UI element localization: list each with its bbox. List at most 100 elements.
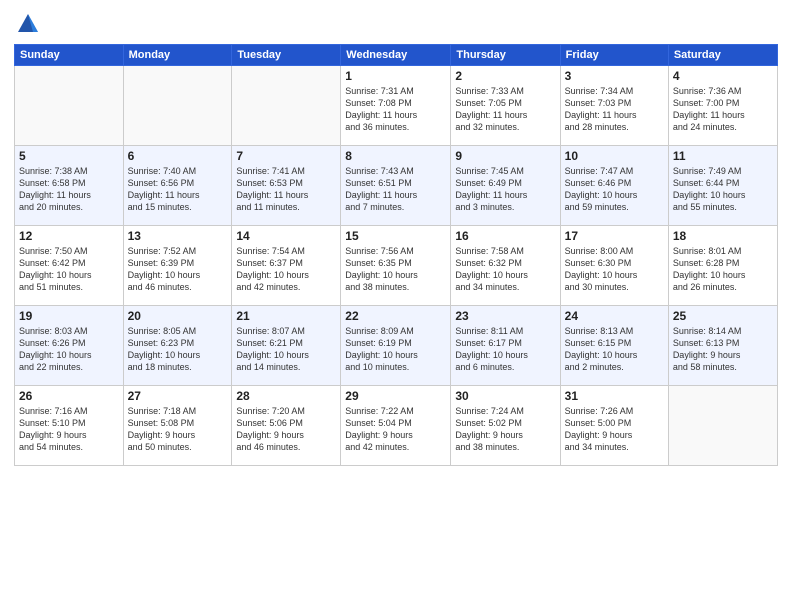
day-number: 31	[565, 389, 664, 403]
calendar-cell: 5 Sunrise: 7:38 AM Sunset: 6:58 PM Daylig…	[15, 146, 124, 226]
calendar-cell: 18 Sunrise: 8:01 AM Sunset: 6:28 PM Dayli…	[668, 226, 777, 306]
calendar-cell: 16 Sunrise: 7:58 AM Sunset: 6:32 PM Dayli…	[451, 226, 560, 306]
calendar-cell: 3Sunrise: 7:34 AM Sunset: 7:03 PM Daylig…	[560, 66, 668, 146]
day-number: 16	[455, 229, 555, 243]
logo	[14, 10, 46, 38]
calendar-week-row: 1Sunrise: 7:31 AM Sunset: 7:08 PM Daylig…	[15, 66, 778, 146]
calendar-header-wednesday: Wednesday	[341, 45, 451, 66]
day-info: Sunrise: 7:52 AM Sunset: 6:39 PM Dayligh…	[128, 245, 228, 294]
day-info: Sunrise: 7:38 AM Sunset: 6:58 PM Dayligh…	[19, 165, 119, 214]
logo-icon	[14, 10, 42, 38]
calendar-header-thursday: Thursday	[451, 45, 560, 66]
calendar-cell: 24Sunrise: 8:13 AM Sunset: 6:15 PM Dayli…	[560, 306, 668, 386]
day-number: 11	[673, 149, 773, 163]
calendar-cell: 25Sunrise: 8:14 AM Sunset: 6:13 PM Dayli…	[668, 306, 777, 386]
day-number: 23	[455, 309, 555, 323]
day-info: Sunrise: 7:18 AM Sunset: 5:08 PM Dayligh…	[128, 405, 228, 454]
calendar-header-saturday: Saturday	[668, 45, 777, 66]
day-number: 29	[345, 389, 446, 403]
calendar-header-tuesday: Tuesday	[232, 45, 341, 66]
day-number: 5	[19, 149, 119, 163]
day-number: 7	[236, 149, 336, 163]
day-number: 21	[236, 309, 336, 323]
calendar-header-row: SundayMondayTuesdayWednesdayThursdayFrid…	[15, 45, 778, 66]
calendar-cell: 11 Sunrise: 7:49 AM Sunset: 6:44 PM Dayli…	[668, 146, 777, 226]
day-number: 12	[19, 229, 119, 243]
day-info: Sunrise: 7:43 AM Sunset: 6:51 PM Dayligh…	[345, 165, 446, 214]
calendar-cell	[123, 66, 232, 146]
calendar-cell: 19 Sunrise: 8:03 AM Sunset: 6:26 PM Dayli…	[15, 306, 124, 386]
day-info: Sunrise: 7:24 AM Sunset: 5:02 PM Dayligh…	[455, 405, 555, 454]
calendar-cell: 26 Sunrise: 7:16 AM Sunset: 5:10 PM Dayli…	[15, 386, 124, 466]
calendar-cell: 31 Sunrise: 7:26 AM Sunset: 5:00 PM Dayli…	[560, 386, 668, 466]
day-info: Sunrise: 7:50 AM Sunset: 6:42 PM Dayligh…	[19, 245, 119, 294]
day-number: 13	[128, 229, 228, 243]
calendar-cell: 9 Sunrise: 7:45 AM Sunset: 6:49 PM Daylig…	[451, 146, 560, 226]
calendar-week-row: 5 Sunrise: 7:38 AM Sunset: 6:58 PM Daylig…	[15, 146, 778, 226]
day-info: Sunrise: 7:16 AM Sunset: 5:10 PM Dayligh…	[19, 405, 119, 454]
day-number: 22	[345, 309, 446, 323]
day-number: 3	[565, 69, 664, 83]
day-info: Sunrise: 7:20 AM Sunset: 5:06 PM Dayligh…	[236, 405, 336, 454]
day-info: Sunrise: 7:41 AM Sunset: 6:53 PM Dayligh…	[236, 165, 336, 214]
day-number: 14	[236, 229, 336, 243]
day-number: 30	[455, 389, 555, 403]
day-number: 28	[236, 389, 336, 403]
day-info: Sunrise: 7:56 AM Sunset: 6:35 PM Dayligh…	[345, 245, 446, 294]
header	[14, 10, 778, 38]
day-number: 2	[455, 69, 555, 83]
day-number: 9	[455, 149, 555, 163]
calendar-cell: 7 Sunrise: 7:41 AM Sunset: 6:53 PM Daylig…	[232, 146, 341, 226]
day-number: 20	[128, 309, 228, 323]
day-info: Sunrise: 7:45 AM Sunset: 6:49 PM Dayligh…	[455, 165, 555, 214]
calendar-cell: 10 Sunrise: 7:47 AM Sunset: 6:46 PM Dayli…	[560, 146, 668, 226]
day-info: Sunrise: 8:13 AM Sunset: 6:15 PM Dayligh…	[565, 325, 664, 374]
day-number: 8	[345, 149, 446, 163]
calendar-cell: 22 Sunrise: 8:09 AM Sunset: 6:19 PM Dayli…	[341, 306, 451, 386]
day-number: 25	[673, 309, 773, 323]
calendar-cell: 2 Sunrise: 7:33 AM Sunset: 7:05 PM Daylig…	[451, 66, 560, 146]
day-info: Sunrise: 7:47 AM Sunset: 6:46 PM Dayligh…	[565, 165, 664, 214]
calendar-header-friday: Friday	[560, 45, 668, 66]
day-number: 19	[19, 309, 119, 323]
calendar-header-monday: Monday	[123, 45, 232, 66]
day-number: 15	[345, 229, 446, 243]
day-info: Sunrise: 8:05 AM Sunset: 6:23 PM Dayligh…	[128, 325, 228, 374]
calendar-cell: 13 Sunrise: 7:52 AM Sunset: 6:39 PM Dayli…	[123, 226, 232, 306]
calendar-week-row: 12 Sunrise: 7:50 AM Sunset: 6:42 PM Dayli…	[15, 226, 778, 306]
calendar-cell: 28 Sunrise: 7:20 AM Sunset: 5:06 PM Dayli…	[232, 386, 341, 466]
calendar-week-row: 19 Sunrise: 8:03 AM Sunset: 6:26 PM Dayli…	[15, 306, 778, 386]
calendar-cell: 4Sunrise: 7:36 AM Sunset: 7:00 PM Daylig…	[668, 66, 777, 146]
calendar-cell	[232, 66, 341, 146]
calendar-cell: 17 Sunrise: 8:00 AM Sunset: 6:30 PM Dayli…	[560, 226, 668, 306]
day-info: Sunrise: 8:01 AM Sunset: 6:28 PM Dayligh…	[673, 245, 773, 294]
calendar-cell: 6Sunrise: 7:40 AM Sunset: 6:56 PM Daylig…	[123, 146, 232, 226]
day-info: Sunrise: 8:11 AM Sunset: 6:17 PM Dayligh…	[455, 325, 555, 374]
day-number: 26	[19, 389, 119, 403]
calendar-cell: 15 Sunrise: 7:56 AM Sunset: 6:35 PM Dayli…	[341, 226, 451, 306]
day-info: Sunrise: 8:09 AM Sunset: 6:19 PM Dayligh…	[345, 325, 446, 374]
day-info: Sunrise: 7:33 AM Sunset: 7:05 PM Dayligh…	[455, 85, 555, 134]
calendar-cell: 21 Sunrise: 8:07 AM Sunset: 6:21 PM Dayli…	[232, 306, 341, 386]
day-info: Sunrise: 8:07 AM Sunset: 6:21 PM Dayligh…	[236, 325, 336, 374]
day-info: Sunrise: 8:00 AM Sunset: 6:30 PM Dayligh…	[565, 245, 664, 294]
day-info: Sunrise: 7:26 AM Sunset: 5:00 PM Dayligh…	[565, 405, 664, 454]
day-info: Sunrise: 8:03 AM Sunset: 6:26 PM Dayligh…	[19, 325, 119, 374]
calendar-cell: 30 Sunrise: 7:24 AM Sunset: 5:02 PM Dayli…	[451, 386, 560, 466]
day-info: Sunrise: 7:54 AM Sunset: 6:37 PM Dayligh…	[236, 245, 336, 294]
calendar-cell: 1Sunrise: 7:31 AM Sunset: 7:08 PM Daylig…	[341, 66, 451, 146]
day-number: 17	[565, 229, 664, 243]
day-info: Sunrise: 7:40 AM Sunset: 6:56 PM Dayligh…	[128, 165, 228, 214]
calendar-header-sunday: Sunday	[15, 45, 124, 66]
calendar-cell: 14 Sunrise: 7:54 AM Sunset: 6:37 PM Dayli…	[232, 226, 341, 306]
calendar-week-row: 26 Sunrise: 7:16 AM Sunset: 5:10 PM Dayli…	[15, 386, 778, 466]
day-number: 18	[673, 229, 773, 243]
day-info: Sunrise: 7:36 AM Sunset: 7:00 PM Dayligh…	[673, 85, 773, 134]
day-info: Sunrise: 7:58 AM Sunset: 6:32 PM Dayligh…	[455, 245, 555, 294]
calendar-cell	[668, 386, 777, 466]
day-number: 27	[128, 389, 228, 403]
calendar-cell: 29Sunrise: 7:22 AM Sunset: 5:04 PM Dayli…	[341, 386, 451, 466]
day-number: 10	[565, 149, 664, 163]
day-info: Sunrise: 7:49 AM Sunset: 6:44 PM Dayligh…	[673, 165, 773, 214]
page-container: SundayMondayTuesdayWednesdayThursdayFrid…	[0, 0, 792, 612]
